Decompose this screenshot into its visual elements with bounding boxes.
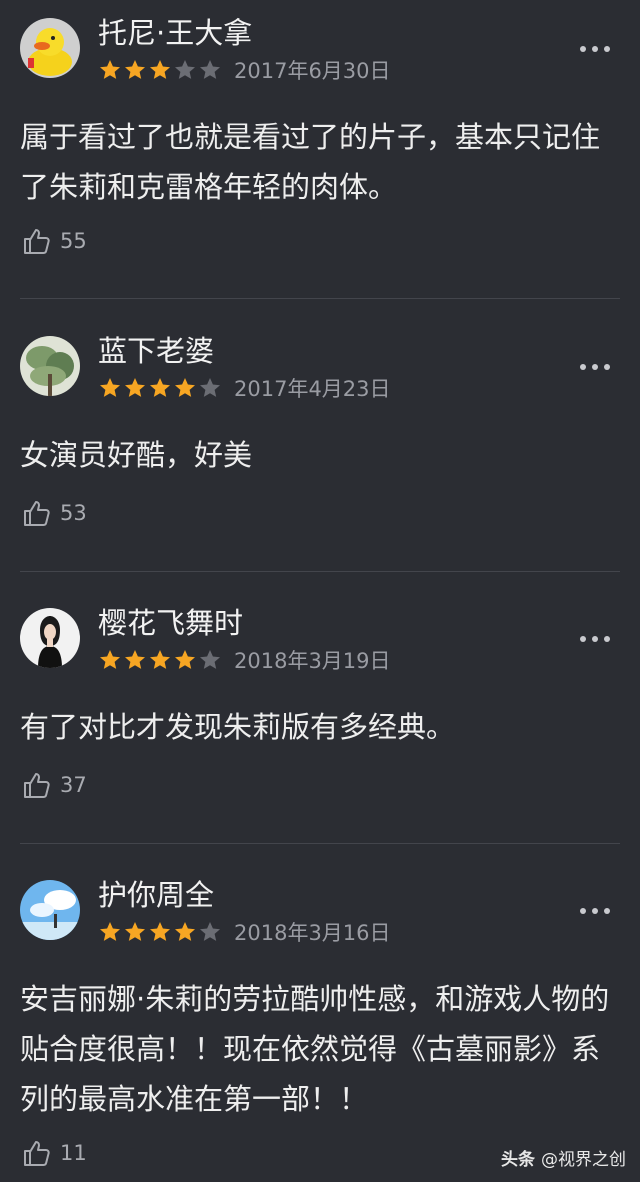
username[interactable]: 樱花飞舞时 [98,606,243,640]
review-date: 2017年4月23日 [234,377,391,401]
review-feed: 托尼·王大拿 2017年6月30日 属于看过了也就是看过了的片子，基本只记住了朱… [0,0,640,1182]
star-rating [98,648,222,672]
star-empty-icon [175,60,195,79]
star-filled-icon [150,378,170,397]
like-count: 55 [60,229,87,253]
rating-row: 2018年3月16日 [98,918,391,946]
star-filled-icon [175,378,195,397]
username[interactable]: 蓝下老婆 [98,334,214,368]
thumbs-up-icon [24,501,50,526]
like-button[interactable]: 11 [22,1138,87,1168]
watermark: 头条 @视界之创 [501,1145,626,1170]
star-filled-icon [125,650,145,669]
star-empty-icon [200,378,220,397]
username[interactable]: 护你周全 [98,878,214,912]
star-rating [98,376,222,400]
username[interactable]: 托尼·王大拿 [98,16,252,50]
star-filled-icon [150,60,170,79]
watermark-brand: 头条 [501,1150,535,1170]
star-filled-icon [100,650,120,669]
thumbs-up-icon [24,1141,50,1166]
divider [20,843,620,844]
star-empty-icon [200,60,220,79]
star-filled-icon [150,650,170,669]
duck-toy-icon[interactable] [20,18,80,78]
rating-row: 2018年3月19日 [98,646,391,674]
review-date: 2018年3月19日 [234,649,391,673]
review-text: 女演员好酷，好美 [20,438,253,472]
star-rating [98,58,222,82]
review-date: 2017年6月30日 [234,59,391,83]
watermark-handle: @视界之创 [541,1150,626,1170]
like-count: 37 [60,773,87,797]
rating-row: 2017年4月23日 [98,374,391,402]
star-filled-icon [175,650,195,669]
review-card: 樱花飞舞时 2018年3月19日 有了对比才发现朱莉版有多经典。 37 [0,590,640,844]
more-options-button[interactable] [576,360,614,374]
like-count: 11 [60,1141,87,1165]
like-button[interactable]: 53 [22,498,87,528]
star-filled-icon [100,922,120,941]
divider [20,298,620,299]
star-filled-icon [125,378,145,397]
review-text: 属于看过了也就是看过了的片子，基本只记住了朱莉和克雷格年轻的肉体。 [20,120,601,204]
star-filled-icon [100,378,120,397]
anime-sky-icon[interactable] [20,880,80,940]
more-options-button[interactable] [576,42,614,56]
star-filled-icon [125,60,145,79]
thumbs-up-icon [24,229,50,254]
like-button[interactable]: 55 [22,226,87,256]
rating-row: 2017年6月30日 [98,56,391,84]
review-text: 有了对比才发现朱莉版有多经典。 [20,710,456,744]
star-rating [98,920,222,944]
thumbs-up-icon [24,773,50,798]
divider [20,571,620,572]
star-empty-icon [200,922,220,941]
review-card: 托尼·王大拿 2017年6月30日 属于看过了也就是看过了的片子，基本只记住了朱… [0,0,640,298]
star-filled-icon [175,922,195,941]
star-filled-icon [100,60,120,79]
star-empty-icon [200,650,220,669]
woman-portrait-icon[interactable] [20,608,80,668]
more-options-button[interactable] [576,632,614,646]
star-filled-icon [125,922,145,941]
more-options-button[interactable] [576,904,614,918]
review-card: 护你周全 2018年3月16日 安吉丽娜·朱莉的劳拉酷帅性感，和游戏人物的贴合度… [0,862,640,1182]
review-date: 2018年3月16日 [234,921,391,945]
tree-photo-icon[interactable] [20,336,80,396]
review-text: 安吉丽娜·朱莉的劳拉酷帅性感，和游戏人物的贴合度很高！！现在依然觉得《古墓丽影》… [20,982,610,1116]
like-button[interactable]: 37 [22,770,87,800]
like-count: 53 [60,501,87,525]
review-card: 蓝下老婆 2017年4月23日 女演员好酷，好美 53 [0,318,640,572]
star-filled-icon [150,922,170,941]
